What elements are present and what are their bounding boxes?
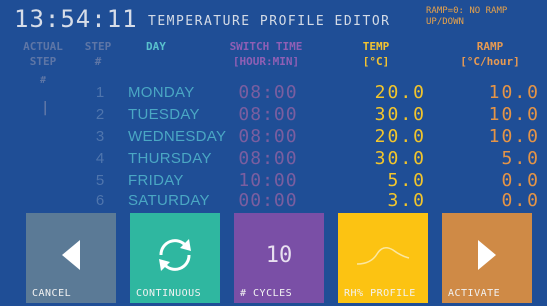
switch-time-value[interactable]: 08:00 — [222, 148, 314, 169]
day-name: SATURDAY — [128, 192, 210, 209]
step-number: 2 — [95, 106, 105, 123]
header-day: DAY — [146, 40, 166, 53]
header-step-line1: STEP — [84, 40, 112, 53]
ramp-value[interactable]: 10.0 — [444, 104, 540, 125]
header-temp-line2: [°C] — [362, 55, 390, 68]
day-name: WEDNESDAY — [128, 128, 227, 145]
day-name: FRIDAY — [128, 172, 184, 189]
clock: 13:54:11 — [14, 5, 138, 33]
header-ramp-line1: RAMP — [476, 40, 504, 53]
header-temp-line1: TEMP — [362, 40, 390, 53]
temp-value[interactable]: 20.0 — [330, 82, 426, 103]
header-step-line2: # — [94, 55, 102, 68]
header-switch-time-line2: [HOUR:MIN] — [232, 55, 300, 68]
header-temp: TEMP [°C] — [326, 39, 426, 69]
table-row[interactable]: 4 THURSDAY 08:00 30.0 5.0 — [0, 148, 547, 170]
temp-value[interactable]: 30.0 — [330, 148, 426, 169]
header-switch-time-line1: SWITCH TIME — [229, 40, 303, 53]
step-number: 5 — [95, 172, 105, 189]
temp-value[interactable]: 5.0 — [330, 170, 426, 191]
ramp-value[interactable]: 0.0 — [444, 190, 540, 211]
header-step: STEP # — [80, 39, 116, 69]
cycles-button-label: # CYCLES — [240, 288, 293, 299]
day-name: TUESDAY — [128, 106, 200, 123]
continuous-button-label: CONTINUOUS — [136, 288, 202, 299]
temp-value[interactable]: 20.0 — [330, 126, 426, 147]
table-row[interactable]: 3 WEDNESDAY 08:00 20.0 10.0 — [0, 126, 547, 148]
refresh-cycle-icon — [130, 231, 220, 279]
switch-time-value[interactable]: 08:00 — [222, 126, 314, 147]
header-actual-step-line1: ACTUAL — [23, 40, 63, 53]
activate-button-label: ACTIVATE — [448, 288, 501, 299]
switch-time-value[interactable]: 08:00 — [222, 82, 314, 103]
step-number: 4 — [95, 150, 105, 167]
cycles-value-display: 10 — [234, 231, 324, 279]
switch-time-value[interactable]: 00:00 — [222, 190, 314, 211]
step-number: 6 — [95, 192, 105, 209]
arrow-left-icon — [26, 231, 116, 279]
ramp-value[interactable]: 5.0 — [444, 148, 540, 169]
cancel-button-label: CANCEL — [32, 288, 72, 299]
switch-time-value[interactable]: 10:00 — [222, 170, 314, 191]
ramp-value[interactable]: 10.0 — [444, 126, 540, 147]
cycles-value: 10 — [265, 242, 293, 268]
day-name: MONDAY — [128, 84, 195, 101]
rh-profile-button-label: RH% PROFILE — [344, 288, 416, 299]
step-number: 1 — [95, 84, 105, 101]
ramp-value[interactable]: 10.0 — [444, 82, 540, 103]
ramp-note: RAMP=0: NO RAMP UP/DOWN — [426, 6, 508, 27]
header-ramp: RAMP [°C/hour] — [440, 39, 540, 69]
header-switch-time: SWITCH TIME [HOUR:MIN] — [212, 39, 320, 69]
table-row[interactable]: 2 TUESDAY 08:00 30.0 10.0 — [0, 104, 547, 126]
table-row[interactable]: 5 FRIDAY 10:00 5.0 0.0 — [0, 170, 547, 192]
step-number: 3 — [95, 128, 105, 145]
table-row[interactable]: 1 MONDAY 08:00 20.0 10.0 — [0, 82, 547, 104]
temp-value[interactable]: 30.0 — [330, 104, 426, 125]
header-actual-step: ACTUAL STEP — [12, 39, 74, 69]
ramp-value[interactable]: 0.0 — [444, 170, 540, 191]
page-title: TEMPERATURE PROFILE EDITOR — [148, 14, 391, 29]
arrow-right-icon — [442, 231, 532, 279]
temp-value[interactable]: 3.0 — [330, 190, 426, 211]
profile-curve-icon — [338, 231, 428, 279]
table-row[interactable]: 6 SATURDAY 00:00 3.0 0.0 — [0, 190, 547, 212]
profile-editor-screen: 13:54:11 TEMPERATURE PROFILE EDITOR RAMP… — [0, 0, 547, 306]
switch-time-value[interactable]: 08:00 — [222, 104, 314, 125]
continuous-button[interactable]: CONTINUOUS — [130, 213, 220, 303]
header-actual-step-line2: STEP — [29, 55, 57, 68]
header-ramp-line2: [°C/hour] — [460, 55, 520, 68]
activate-button[interactable]: ACTIVATE — [442, 213, 532, 303]
cancel-button[interactable]: CANCEL — [26, 213, 116, 303]
rh-profile-button[interactable]: RH% PROFILE — [338, 213, 428, 303]
day-name: THURSDAY — [128, 150, 212, 167]
cycles-button[interactable]: 10 # CYCLES — [234, 213, 324, 303]
